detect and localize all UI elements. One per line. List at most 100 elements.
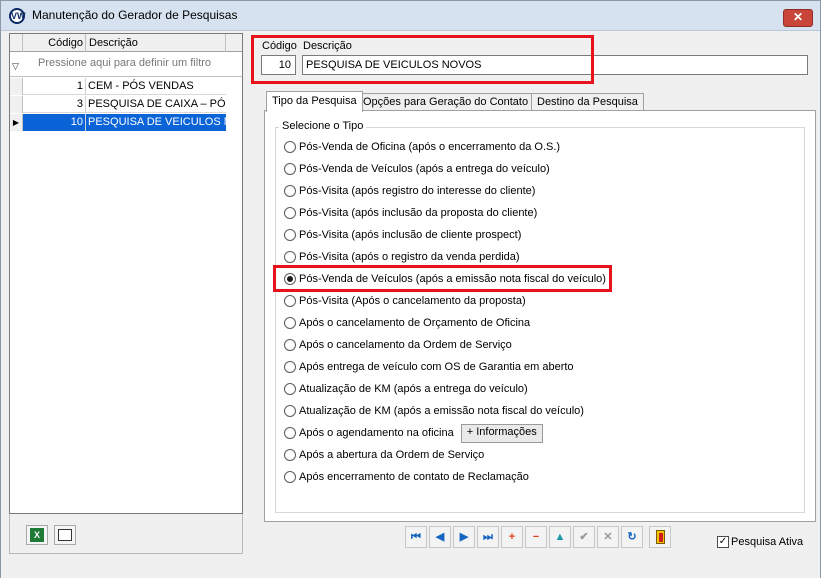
radio-label[interactable]: Após o agendamento na oficina [299, 427, 454, 439]
radio-option[interactable]: Após encerramento de contato de Reclamaç… [284, 468, 529, 486]
radio-option[interactable]: Após o cancelamento da Ordem de Serviço [284, 336, 512, 354]
tab-contact-options[interactable]: Opções para Geração do Contato [357, 93, 535, 111]
radio-option[interactable]: Pós-Visita (após inclusão da proposta do… [284, 204, 537, 222]
close-button[interactable]: ✕ [783, 9, 813, 27]
radio-option[interactable]: Atualização de KM (após a emissão nota f… [284, 402, 584, 420]
radio-label[interactable]: Pós-Visita (Após o cancelamento da propo… [299, 295, 526, 307]
radio-button-checked[interactable] [284, 273, 296, 285]
radio-option[interactable]: Pós-Venda de Veículos (após a entrega do… [284, 160, 550, 178]
radio-button[interactable] [284, 295, 296, 307]
radio-button[interactable] [284, 449, 296, 461]
filter-row[interactable]: ▽ Pressione aqui para definir um filtro [10, 53, 242, 77]
printer-icon [58, 529, 72, 541]
tab-panel-survey-type: Selecione o Tipo Pós-Venda de Oficina (a… [264, 110, 816, 522]
grid-col-code[interactable]: Código [23, 34, 86, 52]
radio-option[interactable]: Pós-Venda de Oficina (após o encerrament… [284, 138, 560, 156]
radio-label[interactable]: Após entrega de veículo com OS de Garant… [299, 361, 574, 373]
radio-label[interactable]: Após o cancelamento da Ordem de Serviço [299, 339, 512, 351]
radio-label[interactable]: Pós-Visita (após inclusão de cliente pro… [299, 229, 521, 241]
radio-label[interactable]: Após a abertura da Ordem de Serviço [299, 449, 484, 461]
insert-record-icon[interactable]: + [501, 526, 523, 548]
vw-logo-icon: VW [9, 8, 26, 24]
table-row[interactable]: 1 CEM - PÓS VENDAS [10, 78, 226, 95]
prior-record-icon[interactable]: ◀ [429, 526, 451, 548]
radio-button[interactable] [284, 339, 296, 351]
active-survey-label[interactable]: Pesquisa Ativa [731, 536, 803, 548]
refresh-icon[interactable]: ↻ [621, 526, 643, 548]
tab-survey-destination[interactable]: Destino da Pesquisa [531, 93, 644, 111]
row-indicator [10, 78, 23, 95]
radio-option[interactable]: Pós-Visita (após registro do interesse d… [284, 182, 535, 200]
radio-option[interactable]: Após o agendamento na oficina + Informaç… [284, 423, 543, 443]
table-row[interactable]: 3 PESQUISA DE CAIXA – PÓS [10, 96, 226, 113]
next-record-icon[interactable]: ▶ [453, 526, 475, 548]
grid-toolbar: X [9, 514, 243, 554]
table-row-selected[interactable]: ▶ 10 PESQUISA DE VEICULOS NO [10, 114, 226, 131]
radio-label[interactable]: Pós-Visita (após registro do interesse d… [299, 185, 535, 197]
description-field[interactable]: PESQUISA DE VEICULOS NOVOS [302, 55, 808, 75]
export-excel-button[interactable]: X [26, 525, 48, 545]
radio-button[interactable] [284, 317, 296, 329]
print-button[interactable] [54, 525, 76, 545]
delete-record-icon[interactable]: − [525, 526, 547, 548]
post-record-icon[interactable]: ✔ [573, 526, 595, 548]
radio-button[interactable] [284, 427, 296, 439]
radio-button[interactable] [284, 185, 296, 197]
first-record-icon[interactable]: ⏮ [405, 526, 427, 548]
row-indicator [10, 96, 23, 113]
radio-button[interactable] [284, 361, 296, 373]
radio-label[interactable]: Atualização de KM (após a emissão nota f… [299, 405, 584, 417]
radio-label[interactable]: Pós-Visita (após inclusão da proposta do… [299, 207, 537, 219]
radio-button[interactable] [284, 141, 296, 153]
edit-record-icon[interactable]: ▲ [549, 526, 571, 548]
radio-label[interactable]: Atualização de KM (após a entrega do veí… [299, 383, 528, 395]
grid-header: Código Descrição [10, 34, 242, 52]
radio-option[interactable]: Após entrega de veículo com OS de Garant… [284, 358, 574, 376]
radio-button[interactable] [284, 405, 296, 417]
radio-option[interactable]: Pós-Visita (após o registro da venda per… [284, 248, 520, 266]
more-info-button[interactable]: + Informações [460, 423, 543, 443]
radio-button[interactable] [284, 471, 296, 483]
grid-col-desc[interactable]: Descrição [86, 34, 226, 52]
row-desc[interactable]: PESQUISA DE VEICULOS NO [86, 114, 226, 131]
row-code[interactable]: 3 [23, 96, 86, 113]
radio-option[interactable]: Pós-Visita (após inclusão de cliente pro… [284, 226, 521, 244]
main-window: VW Manutenção do Gerador de Pesquisas ✕ … [0, 0, 821, 578]
radio-button[interactable] [284, 251, 296, 263]
radio-button[interactable] [284, 207, 296, 219]
row-desc[interactable]: PESQUISA DE CAIXA – PÓS [86, 96, 226, 113]
row-code[interactable]: 10 [23, 114, 86, 131]
status-bar [1, 557, 820, 578]
cancel-edit-icon[interactable]: ✕ [597, 526, 619, 548]
active-survey-checkbox[interactable]: ✓ Pesquisa Ativa [717, 536, 803, 548]
exit-door-icon[interactable] [649, 526, 671, 548]
radio-option-selected[interactable]: Pós-Venda de Veículos (após a emissão no… [284, 270, 606, 288]
radio-label[interactable]: Pós-Visita (após o registro da venda per… [299, 251, 520, 263]
radio-option[interactable]: Pós-Visita (Após o cancelamento da propo… [284, 292, 526, 310]
row-desc[interactable]: CEM - PÓS VENDAS [86, 78, 226, 95]
record-header: Código Descrição 10 PESQUISA DE VEICULOS… [252, 34, 810, 82]
current-row-arrow-icon: ▶ [10, 114, 23, 131]
code-field[interactable]: 10 [261, 55, 296, 75]
radio-label[interactable]: Pós-Venda de Veículos (após a entrega do… [299, 163, 550, 175]
code-label: Código [262, 40, 297, 52]
radio-button[interactable] [284, 163, 296, 175]
radio-label[interactable]: Pós-Venda de Oficina (após o encerrament… [299, 141, 560, 153]
window-title: Manutenção do Gerador de Pesquisas [32, 8, 238, 22]
radio-button[interactable] [284, 383, 296, 395]
excel-icon: X [30, 528, 44, 542]
checkbox-checked[interactable]: ✓ [717, 536, 729, 548]
radio-button[interactable] [284, 229, 296, 241]
radio-option[interactable]: Após a abertura da Ordem de Serviço [284, 446, 484, 464]
radio-option[interactable]: Atualização de KM (após a entrega do veí… [284, 380, 528, 398]
radio-label[interactable]: Após encerramento de contato de Reclamaç… [299, 471, 529, 483]
tab-survey-type[interactable]: Tipo da Pesquisa [266, 91, 363, 112]
row-code[interactable]: 1 [23, 78, 86, 95]
type-group-title: Selecione o Tipo [279, 120, 367, 132]
last-record-icon[interactable]: ⏭ [477, 526, 499, 548]
radio-option[interactable]: Após o cancelamento de Orçamento de Ofic… [284, 314, 530, 332]
radio-label[interactable]: Após o cancelamento de Orçamento de Ofic… [299, 317, 530, 329]
radio-label[interactable]: Pós-Venda de Veículos (após a emissão no… [299, 273, 606, 285]
survey-grid: Código Descrição ▽ Pressione aqui para d… [9, 33, 243, 514]
filter-placeholder[interactable]: Pressione aqui para definir um filtro [38, 57, 211, 69]
